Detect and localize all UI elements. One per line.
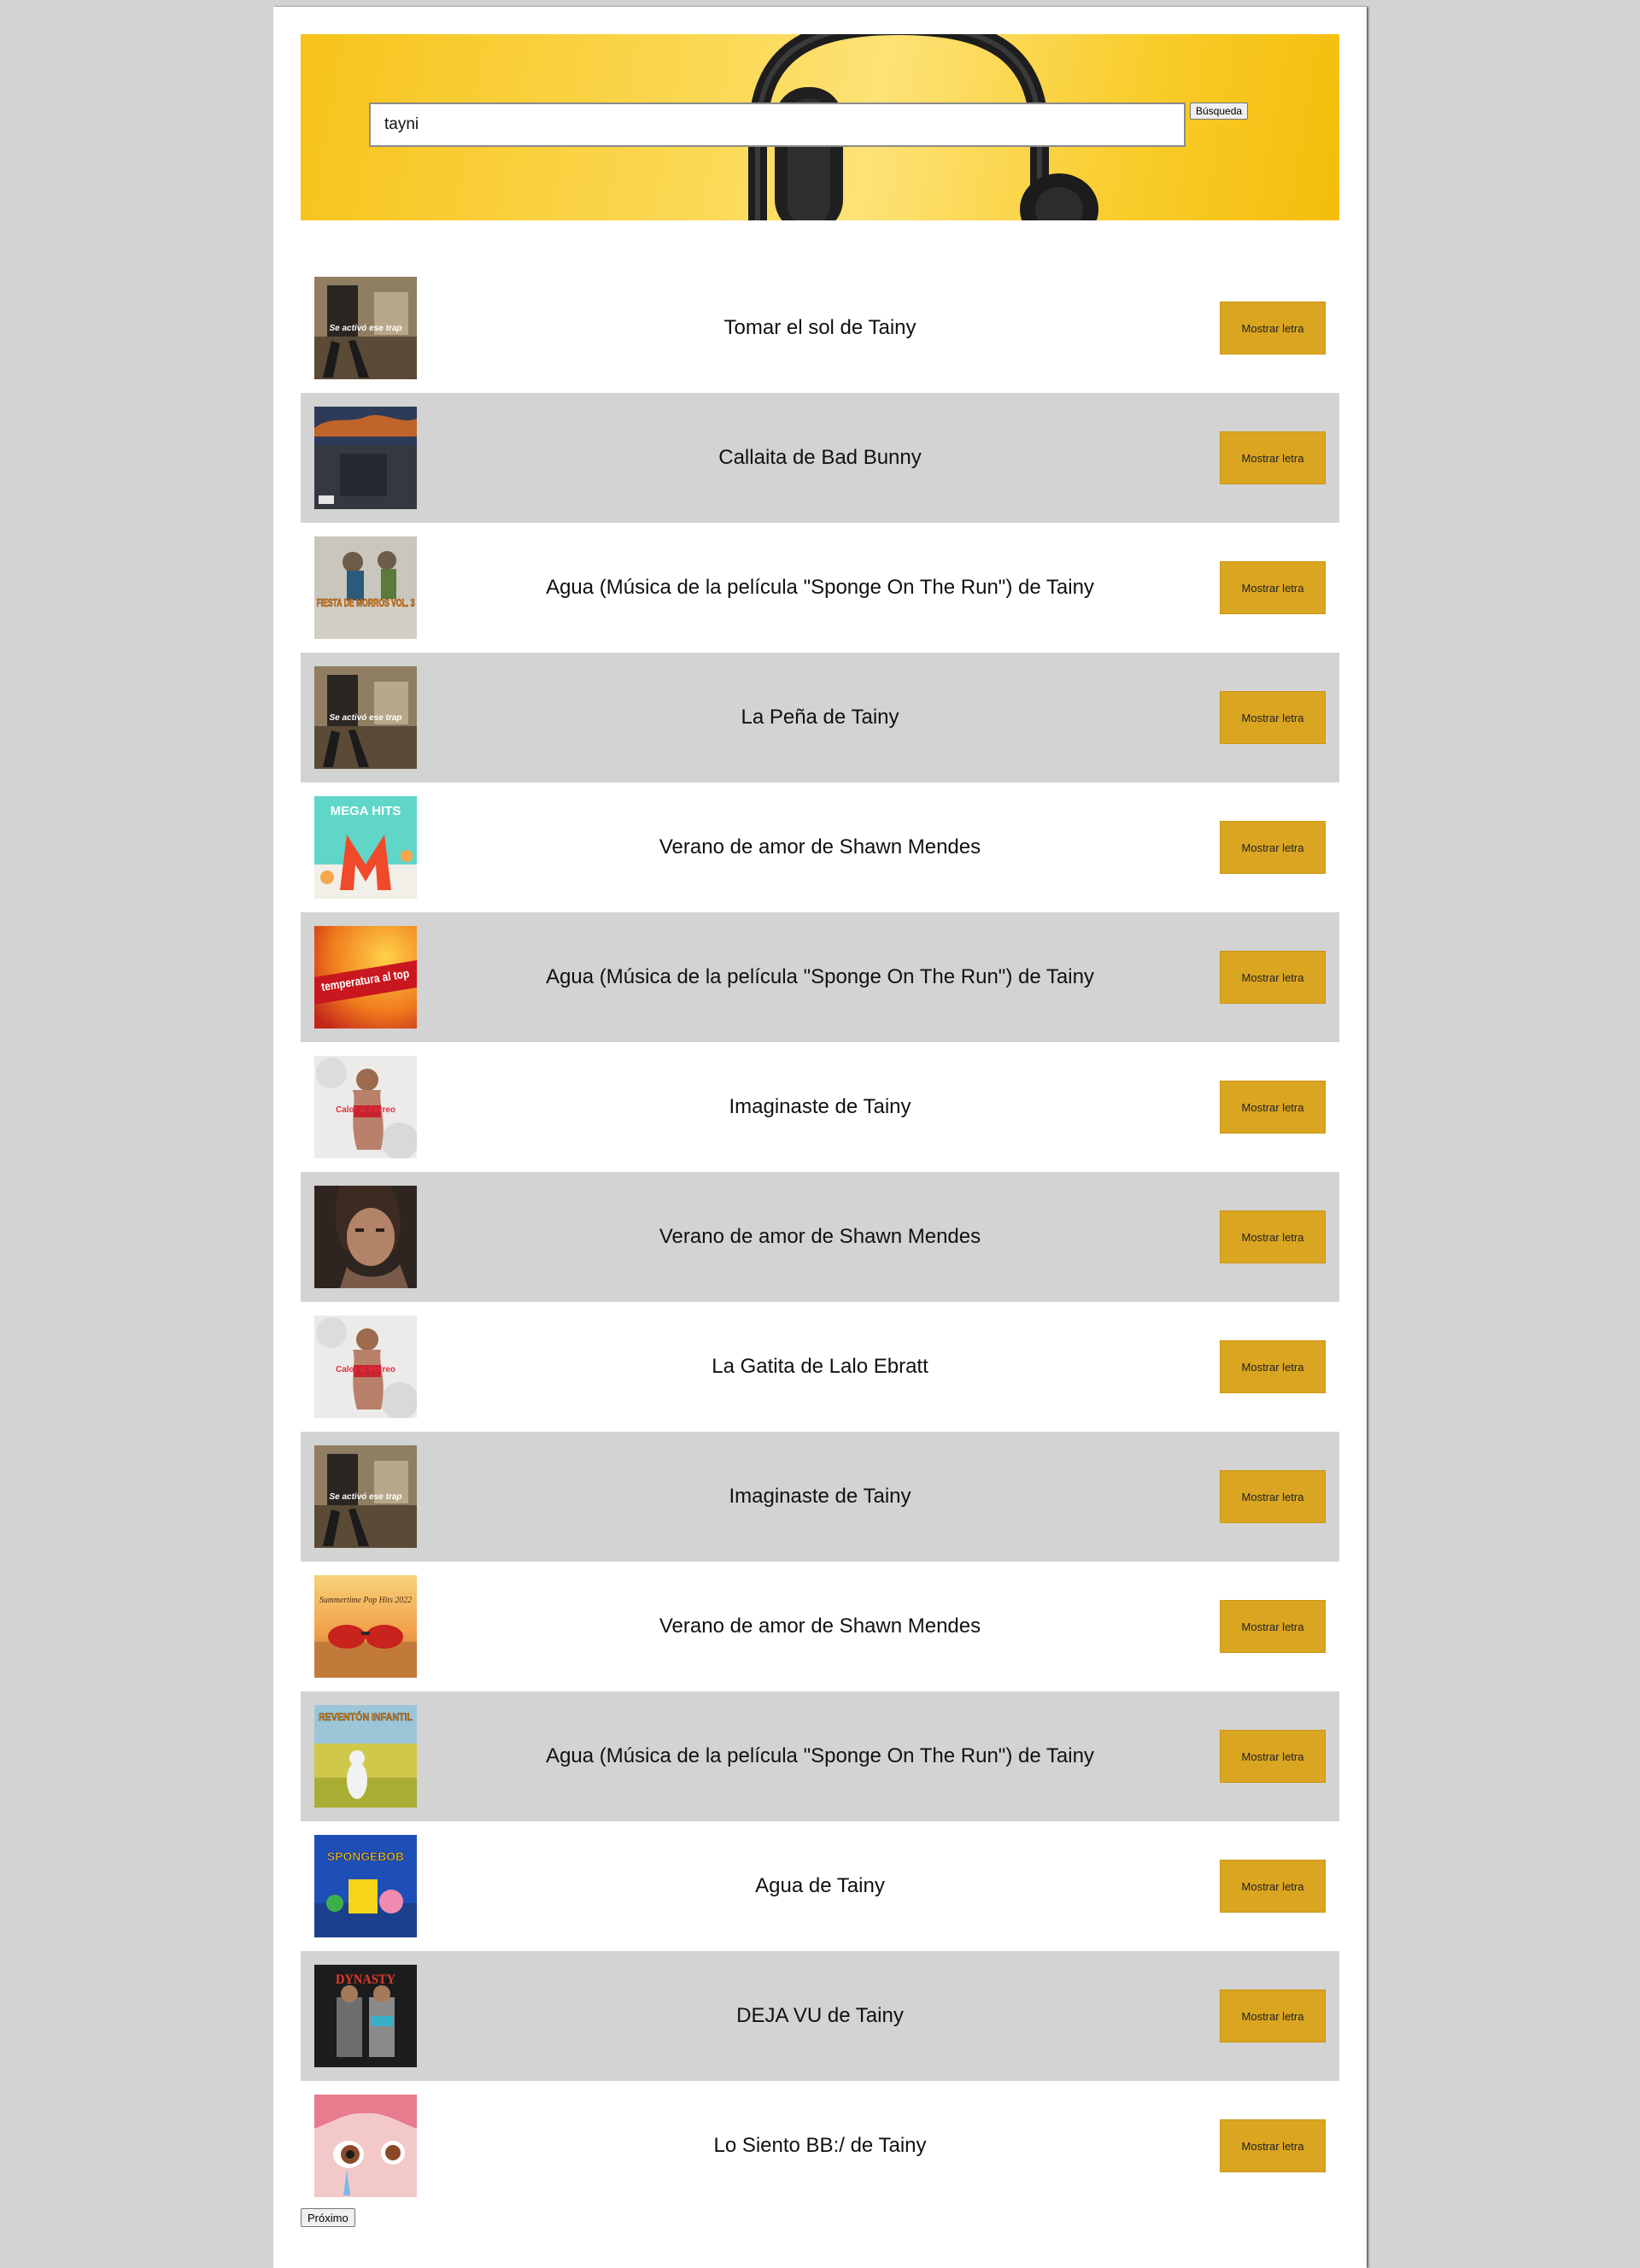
album-cover: SPONGEBOB: [314, 1835, 417, 1937]
song-title: Agua de Tainy: [755, 1874, 885, 1897]
show-lyrics-button[interactable]: Mostrar letra: [1220, 1730, 1326, 1783]
song-title: Agua (Música de la película "Sponge On T…: [546, 1744, 1094, 1767]
album-cover-text: Calor & Perreo: [336, 1105, 395, 1115]
show-lyrics-button[interactable]: Mostrar letra: [1220, 1860, 1326, 1913]
show-lyrics-button[interactable]: Mostrar letra: [1220, 1600, 1326, 1653]
album-cover: Se activó ese trap: [314, 666, 417, 769]
page: Búsqueda Se activó ese trap Tomar el sol…: [273, 7, 1367, 2268]
results-list: Se activó ese trap Tomar el sol de Tainy…: [301, 263, 1339, 2211]
album-cover: FIESTA DE MORROS VOL. 3: [314, 536, 417, 639]
album-cover-text: Calor & Perreo: [336, 1365, 395, 1374]
list-item: REVENTÓN INFANTIL Agua (Música de la pel…: [301, 1691, 1339, 1821]
song-title: La Gatita de Lalo Ebratt: [712, 1355, 928, 1378]
song-title: Imaginaste de Tainy: [729, 1485, 911, 1508]
show-lyrics-button[interactable]: Mostrar letra: [1220, 1340, 1326, 1393]
album-cover: [314, 407, 417, 509]
album-cover-text: Se activó ese trap: [329, 1492, 401, 1502]
song-title: DEJA VU de Tainy: [736, 2004, 904, 2027]
album-cover: DYNASTY: [314, 1965, 417, 2067]
album-cover-text: Se activó ese trap: [329, 713, 401, 723]
song-title: Callaita de Bad Bunny: [718, 446, 922, 469]
show-lyrics-button[interactable]: Mostrar letra: [1220, 951, 1326, 1004]
list-item: temperatura al top Agua (Música de la pe…: [301, 912, 1339, 1042]
list-item: Calor & Perreo La Gatita de Lalo Ebratt …: [301, 1302, 1339, 1432]
album-cover: [314, 1186, 417, 1288]
song-title: Verano de amor de Shawn Mendes: [659, 1225, 981, 1248]
list-item: Verano de amor de Shawn Mendes Mostrar l…: [301, 1172, 1339, 1302]
list-item: Lo Siento BB:/ de Tainy Mostrar letra: [301, 2081, 1339, 2211]
album-cover: Summertime Pop Hits 2022: [314, 1575, 417, 1678]
show-lyrics-button[interactable]: Mostrar letra: [1220, 561, 1326, 614]
song-title: Verano de amor de Shawn Mendes: [659, 1615, 981, 1638]
list-item: Se activó ese trap La Peña de Tainy Most…: [301, 653, 1339, 782]
next-page-button[interactable]: Próximo: [301, 2208, 355, 2227]
show-lyrics-button[interactable]: Mostrar letra: [1220, 1470, 1326, 1523]
album-cover-text: REVENTÓN INFANTIL: [319, 1710, 413, 1723]
show-lyrics-button[interactable]: Mostrar letra: [1220, 302, 1326, 355]
show-lyrics-button[interactable]: Mostrar letra: [1220, 2119, 1326, 2172]
song-title: La Peña de Tainy: [741, 706, 899, 729]
list-item: MEGA HITS Verano de amor de Shawn Mendes…: [301, 782, 1339, 912]
search-banner: Búsqueda: [301, 34, 1339, 220]
album-cover: MEGA HITS: [314, 796, 417, 899]
album-cover-text: MEGA HITS: [331, 804, 401, 818]
album-cover: Se activó ese trap: [314, 277, 417, 379]
album-cover-text: Summertime Pop Hits 2022: [319, 1595, 412, 1605]
search-input[interactable]: [369, 103, 1186, 147]
search-button[interactable]: Búsqueda: [1190, 103, 1249, 120]
list-item: SPONGEBOB Agua de Tainy Mostrar letra: [301, 1821, 1339, 1951]
album-cover: Se activó ese trap: [314, 1445, 417, 1548]
song-title: Lo Siento BB:/ de Tainy: [713, 2134, 927, 2157]
album-cover: REVENTÓN INFANTIL: [314, 1705, 417, 1808]
album-cover: temperatura al top: [314, 926, 417, 1029]
list-item: Callaita de Bad Bunny Mostrar letra: [301, 393, 1339, 523]
album-cover: Calor & Perreo: [314, 1056, 417, 1158]
show-lyrics-button[interactable]: Mostrar letra: [1220, 1081, 1326, 1134]
list-item: Se activó ese trap Tomar el sol de Tainy…: [301, 263, 1339, 393]
album-cover-text: SPONGEBOB: [327, 1849, 404, 1863]
song-title: Imaginaste de Tainy: [729, 1095, 911, 1118]
show-lyrics-button[interactable]: Mostrar letra: [1220, 691, 1326, 744]
album-cover-text: FIESTA DE MORROS VOL. 3: [317, 596, 415, 609]
album-cover-text: DYNASTY: [336, 1972, 395, 1987]
show-lyrics-button[interactable]: Mostrar letra: [1220, 431, 1326, 484]
list-item: Calor & Perreo Imaginaste de Tainy Mostr…: [301, 1042, 1339, 1172]
album-cover-text: Se activó ese trap: [329, 324, 401, 333]
album-cover: Calor & Perreo: [314, 1316, 417, 1418]
song-title: Tomar el sol de Tainy: [723, 316, 917, 339]
show-lyrics-button[interactable]: Mostrar letra: [1220, 821, 1326, 874]
show-lyrics-button[interactable]: Mostrar letra: [1220, 1210, 1326, 1263]
song-title: Verano de amor de Shawn Mendes: [659, 835, 981, 859]
album-cover: [314, 2095, 417, 2197]
song-title: Agua (Música de la película "Sponge On T…: [546, 576, 1094, 599]
list-item: Summertime Pop Hits 2022 Verano de amor …: [301, 1562, 1339, 1691]
list-item: Se activó ese trap Imaginaste de Tainy M…: [301, 1432, 1339, 1562]
list-item: FIESTA DE MORROS VOL. 3 Agua (Música de …: [301, 523, 1339, 653]
show-lyrics-button[interactable]: Mostrar letra: [1220, 1990, 1326, 2042]
song-title: Agua (Música de la película "Sponge On T…: [546, 965, 1094, 988]
list-item: DYNASTY DEJA VU de Tainy Mostrar letra: [301, 1951, 1339, 2081]
